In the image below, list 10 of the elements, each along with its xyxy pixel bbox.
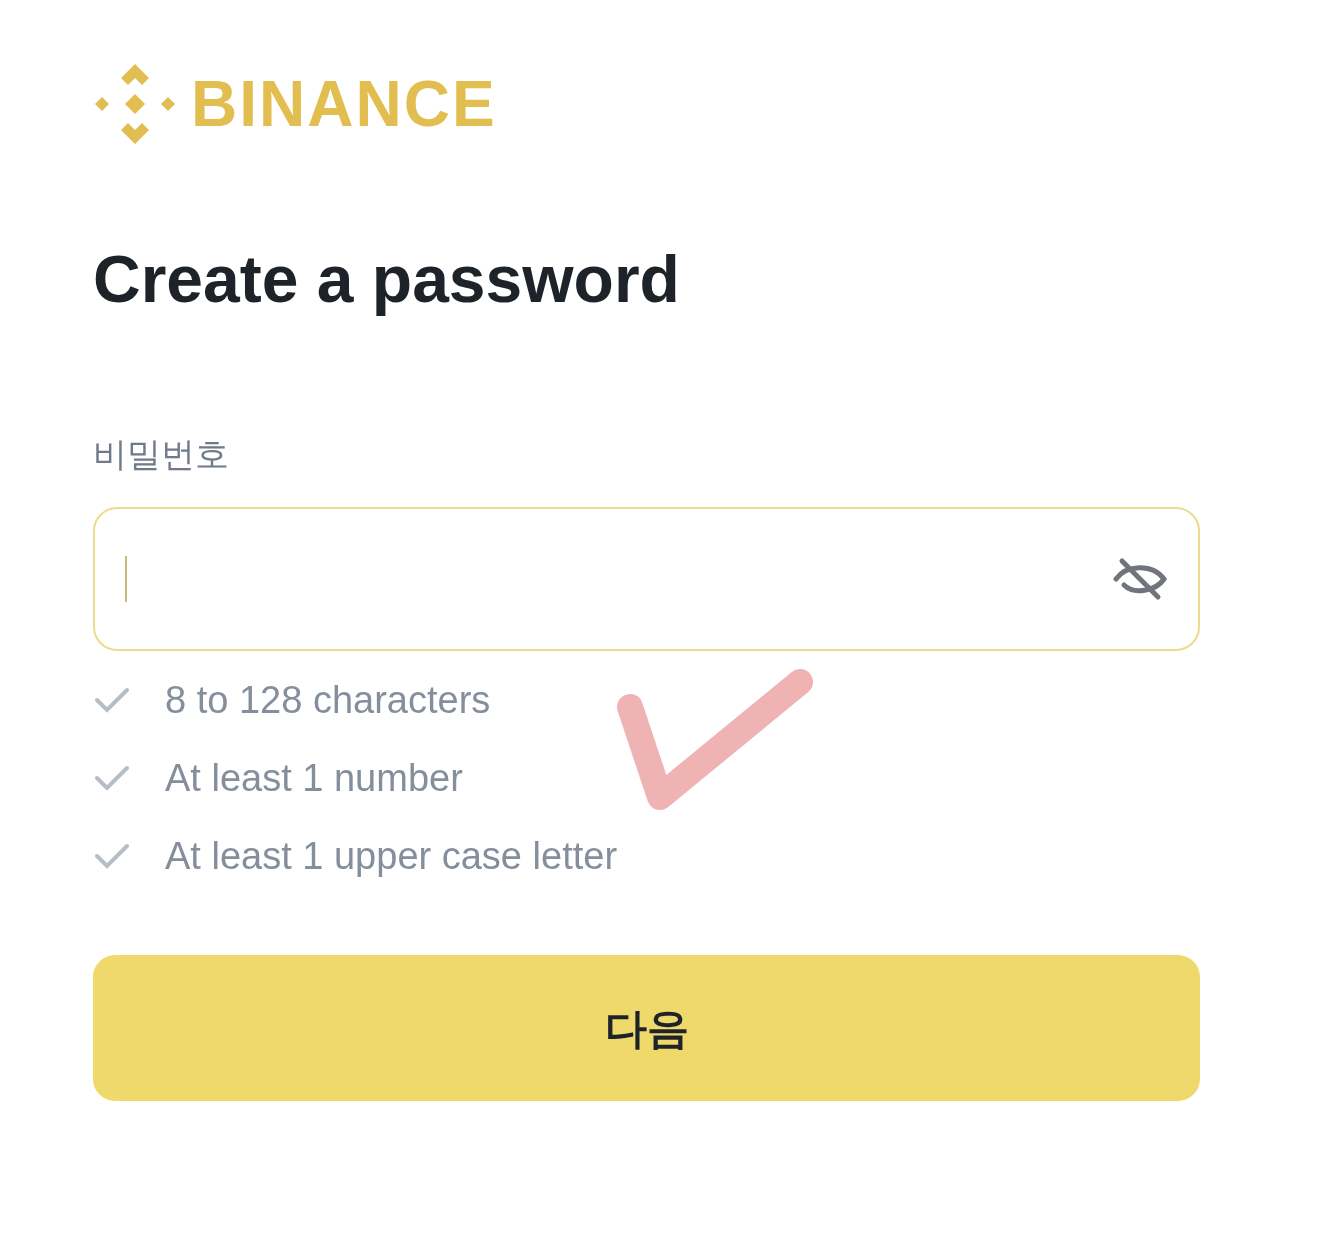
requirement-text: At least 1 number	[165, 759, 463, 797]
requirement-text: At least 1 upper case letter	[165, 837, 618, 875]
logo-text: BINANCE	[191, 72, 497, 136]
text-cursor	[125, 556, 127, 602]
next-button[interactable]: 다음	[93, 955, 1200, 1101]
requirement-text: 8 to 128 characters	[165, 681, 491, 719]
password-field[interactable]	[93, 507, 1200, 651]
logo-icon	[93, 62, 177, 146]
field-label: 비밀번호	[93, 437, 230, 471]
eye-slash-icon[interactable]	[1112, 555, 1168, 603]
